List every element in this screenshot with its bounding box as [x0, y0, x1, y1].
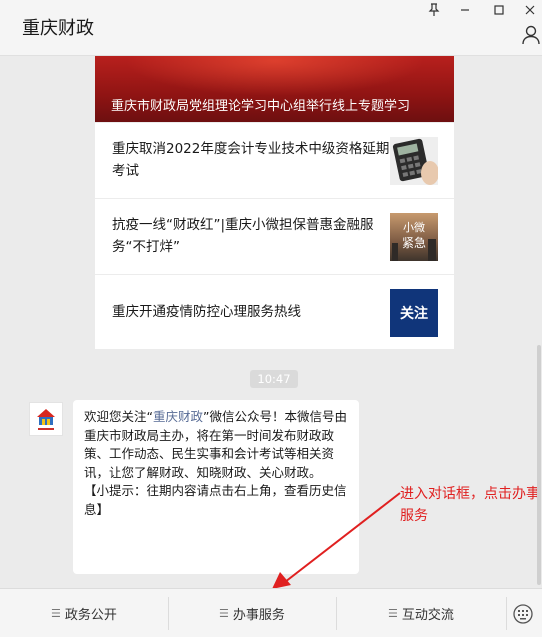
close-icon[interactable] [520, 2, 540, 18]
article-card: 重庆市财政局党组理论学习中心组举行线上专题学习 重庆取消2022年度会计专业技术… [95, 56, 454, 349]
chat-title: 重庆财政 [22, 18, 94, 39]
menu-interaction[interactable]: ☰ 互动交流 [336, 589, 506, 637]
title-bar: 重庆财政 [0, 0, 542, 56]
cover-article-title: 重庆市财政局党组理论学习中心组举行线上专题学习 [111, 99, 411, 114]
welcome-text: 欢迎您关注“ [84, 409, 153, 424]
menu-services[interactable]: ☰ 办事服务 [168, 589, 336, 637]
thumb-text: 紧急 [402, 235, 426, 250]
annotation-text: 进入对话框，点击办事服务 [400, 486, 540, 524]
menu-icon: ☰ [219, 607, 229, 620]
menu-label: 互动交流 [401, 608, 454, 623]
menu-label: 政务公开 [64, 608, 117, 623]
news-thumbnail: 小微 紧急 [390, 213, 438, 261]
minimize-icon[interactable] [455, 2, 475, 18]
keyboard-icon[interactable] [512, 603, 534, 625]
timestamp: 10:47 [250, 370, 298, 388]
scrollbar[interactable] [537, 345, 541, 585]
thumb-text: 小微 [403, 220, 425, 234]
official-account-avatar[interactable] [29, 402, 63, 436]
article-item[interactable]: 抗疫一线“财政红”|重庆小微担保普惠金融服务“不打烊” 小微 紧急 [95, 198, 454, 274]
article-item[interactable]: 重庆取消2022年度会计专业技术中级资格延期考试 [95, 122, 454, 198]
article-title: 重庆开通疫情防控心理服务热线 [112, 304, 301, 320]
chat-area[interactable]: 重庆市财政局党组理论学习中心组举行线上专题学习 重庆取消2022年度会计专业技术… [0, 56, 542, 588]
maximize-icon[interactable] [489, 2, 509, 18]
profile-icon[interactable] [521, 24, 541, 46]
menu-divider [506, 597, 507, 630]
menu-label: 办事服务 [232, 608, 285, 623]
menu-icon: ☰ [388, 607, 398, 620]
menu-gov-affairs[interactable]: ☰ 政务公开 [0, 589, 168, 637]
welcome-tip: 【小提示：往期内容请点击右上角，查看历史信息】 [84, 483, 347, 517]
account-link[interactable]: 重庆财政 [153, 409, 203, 424]
thumb-text: 关注 [400, 305, 428, 322]
attention-thumbnail: 关注 [390, 289, 438, 337]
article-title: 重庆取消2022年度会计专业技术中级资格延期考试 [112, 141, 390, 179]
welcome-message: 欢迎您关注“重庆财政”微信公众号！本微信号由重庆市财政局主办，将在第一时间发布财… [73, 400, 359, 574]
menu-icon: ☰ [51, 607, 61, 620]
bottom-menu: ☰ 政务公开 ☰ 办事服务 ☰ 互动交流 [0, 588, 542, 637]
calculator-thumbnail [390, 137, 438, 185]
article-title: 抗疫一线“财政红”|重庆小微担保普惠金融服务“不打烊” [112, 217, 374, 255]
cover-article[interactable]: 重庆市财政局党组理论学习中心组举行线上专题学习 [95, 56, 454, 122]
pin-icon[interactable] [424, 2, 444, 18]
article-item[interactable]: 重庆开通疫情防控心理服务热线 关注 [95, 274, 454, 350]
